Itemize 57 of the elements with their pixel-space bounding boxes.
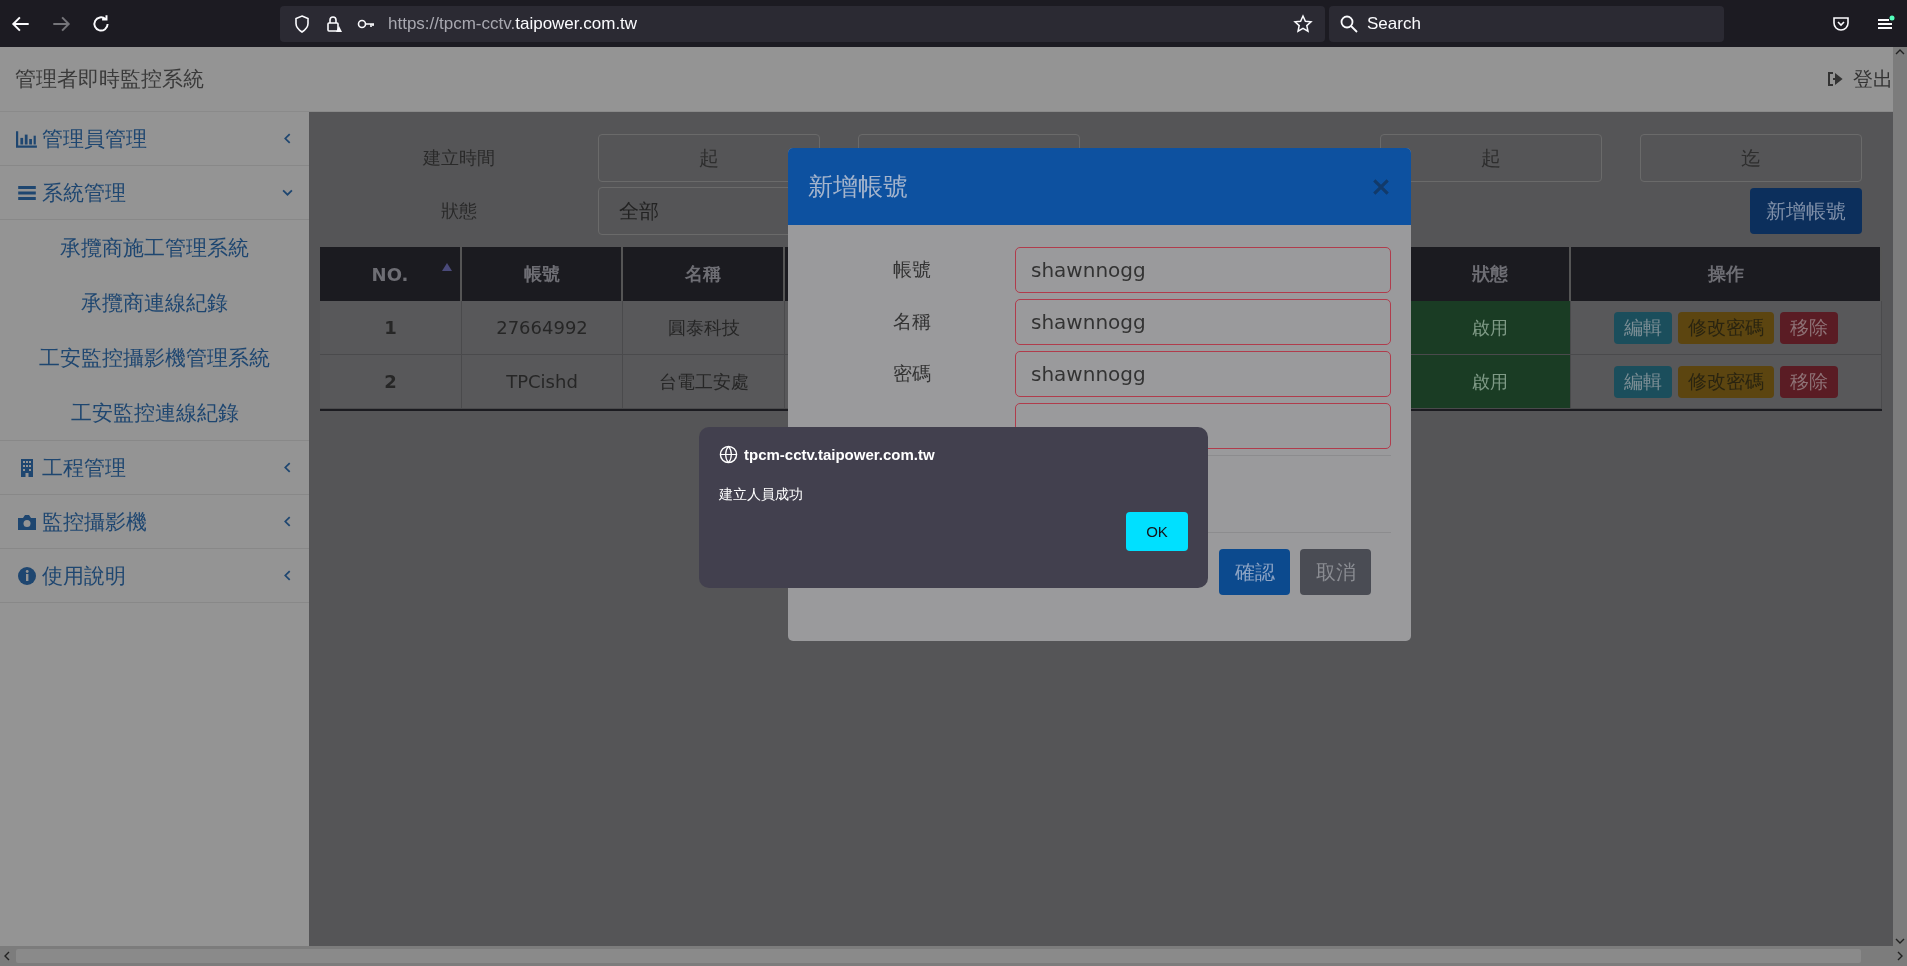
scroll-right-icon[interactable] bbox=[1895, 951, 1905, 961]
chevron-left-icon bbox=[282, 133, 293, 144]
sidebar-subitem[interactable]: 工安監控攝影機管理系統 bbox=[0, 330, 309, 385]
sidebar-item[interactable]: 系統管理 bbox=[0, 166, 309, 220]
field-label: 帳號 bbox=[891, 257, 932, 282]
chevron-left-icon bbox=[282, 462, 293, 473]
sort-icon bbox=[442, 263, 452, 271]
alert-origin: tpcm-cctv.taipower.com.tw bbox=[744, 446, 935, 463]
vertical-scrollbar[interactable] bbox=[1893, 47, 1907, 946]
star-icon[interactable] bbox=[1293, 13, 1313, 34]
field-label: 密碼 bbox=[891, 361, 932, 386]
lock-icon[interactable] bbox=[324, 13, 344, 34]
column-header[interactable]: 操作 bbox=[1571, 247, 1882, 301]
info-icon bbox=[16, 565, 38, 586]
sidebar-item[interactable]: 管理員管理 bbox=[0, 112, 309, 166]
search-field[interactable]: Search bbox=[1329, 5, 1724, 42]
url-text: https://tpcm-cctv.taipower.com.tw bbox=[388, 13, 639, 34]
sidebar-item[interactable]: 監控攝影機 bbox=[0, 495, 309, 549]
alert-message: 建立人員成功 bbox=[719, 486, 804, 504]
bar-chart-icon bbox=[16, 128, 38, 149]
column-header[interactable]: 狀態 bbox=[1410, 247, 1571, 301]
logout-link[interactable]: 登出 bbox=[1827, 65, 1893, 93]
sidebar-item[interactable]: 使用說明 bbox=[0, 549, 309, 603]
chevron-down-icon bbox=[282, 187, 293, 198]
input-field[interactable]: shawnnogg bbox=[1015, 247, 1391, 293]
shield-icon[interactable] bbox=[292, 13, 312, 34]
scroll-up-icon[interactable] bbox=[1895, 47, 1905, 57]
logout-icon bbox=[1827, 72, 1843, 86]
ok-button[interactable]: OK bbox=[1126, 512, 1188, 551]
sidebar-item[interactable]: 工程管理 bbox=[0, 441, 309, 495]
input-field[interactable]: shawnnogg bbox=[1015, 299, 1391, 345]
chevron-left-icon bbox=[282, 570, 293, 581]
search-icon bbox=[1339, 13, 1359, 34]
dialog-button[interactable]: 取消 bbox=[1300, 549, 1371, 595]
action-button[interactable]: 編輯 bbox=[1614, 311, 1672, 344]
status-cell: 啟用 bbox=[1410, 355, 1571, 409]
horizontal-scrollbar[interactable] bbox=[0, 946, 1907, 966]
add-account-button[interactable]: 新增帳號 bbox=[1750, 188, 1862, 234]
action-button[interactable]: 移除 bbox=[1780, 365, 1838, 398]
chevron-left-icon bbox=[282, 516, 293, 527]
column-header[interactable]: NO. bbox=[320, 247, 462, 301]
action-button[interactable]: 編輯 bbox=[1614, 365, 1672, 398]
dialog-button[interactable]: 確認 bbox=[1219, 549, 1290, 595]
address-bar[interactable]: https://tpcm-cctv.taipower.com.tw bbox=[280, 5, 1325, 42]
sidebar-subitem[interactable]: 承攬商連線紀錄 bbox=[0, 275, 309, 330]
scroll-down-icon[interactable] bbox=[1895, 936, 1905, 946]
status-cell: 啟用 bbox=[1410, 301, 1571, 355]
column-header[interactable]: 名稱 bbox=[623, 247, 785, 301]
sidebar-subitem[interactable]: 承攬商施工管理系統 bbox=[0, 220, 309, 275]
app-title: 管理者即時監控系統 bbox=[15, 66, 204, 93]
sidebar-subitem[interactable]: 工安監控連線紀錄 bbox=[0, 385, 309, 440]
scroll-left-icon[interactable] bbox=[2, 951, 12, 961]
field-label: 名稱 bbox=[891, 309, 932, 334]
globe-icon bbox=[719, 445, 738, 464]
column-header[interactable]: 帳號 bbox=[462, 247, 623, 301]
input-field[interactable]: shawnnogg bbox=[1015, 351, 1391, 397]
action-button[interactable]: 移除 bbox=[1780, 311, 1838, 344]
